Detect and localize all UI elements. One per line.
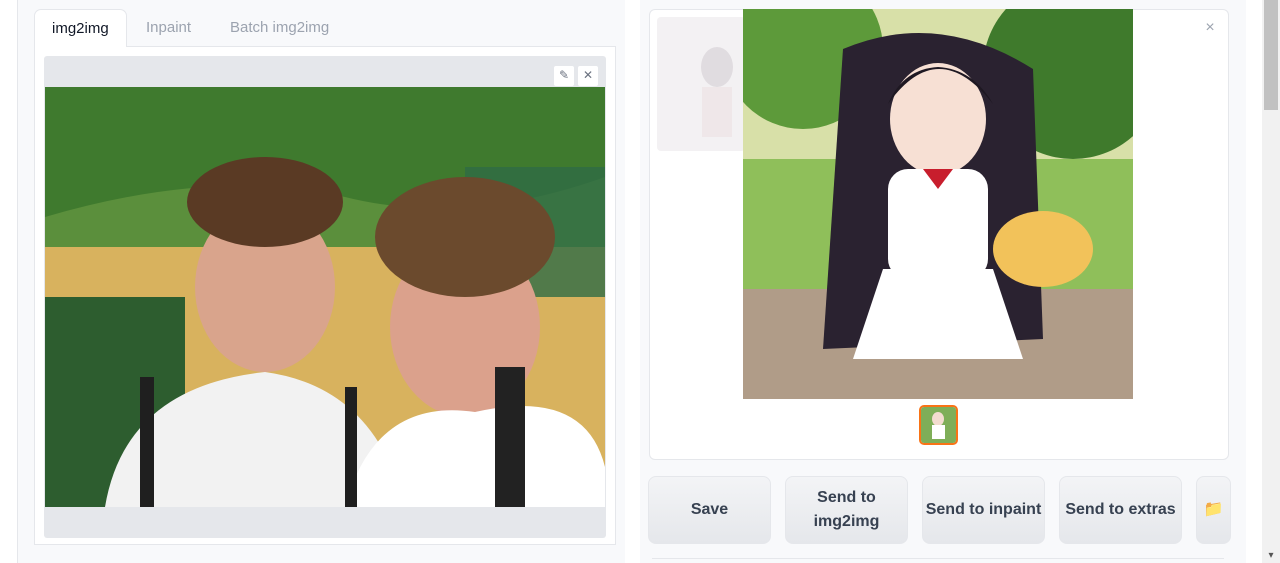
- tab-batch-img2img[interactable]: Batch img2img: [213, 9, 346, 47]
- save-button[interactable]: Save: [648, 476, 771, 544]
- send-to-extras-button[interactable]: Send to extras: [1059, 476, 1182, 544]
- send-to-img2img-button[interactable]: Send to img2img: [785, 476, 908, 544]
- scroll-down-icon[interactable]: ▾: [1262, 548, 1280, 563]
- tab-img2img[interactable]: img2img: [34, 9, 127, 49]
- gallery-background-preview: [657, 17, 745, 151]
- pencil-icon[interactable]: ✎: [553, 65, 575, 87]
- divider: [652, 558, 1224, 559]
- tab-inpaint[interactable]: Inpaint: [129, 9, 208, 47]
- gallery-thumbnail[interactable]: [919, 405, 958, 445]
- output-image[interactable]: [743, 9, 1133, 399]
- folder-icon: 📁: [1203, 501, 1224, 518]
- input-photo: [45, 87, 605, 507]
- open-folder-button[interactable]: 📁: [1196, 476, 1231, 544]
- send-to-inpaint-button[interactable]: Send to inpaint: [922, 476, 1045, 544]
- close-icon[interactable]: ×: [1200, 18, 1220, 38]
- close-icon[interactable]: ✕: [577, 65, 599, 87]
- tab-bar: img2img Inpaint Batch img2img: [34, 9, 616, 49]
- scrollbar-thumb[interactable]: [1264, 0, 1278, 110]
